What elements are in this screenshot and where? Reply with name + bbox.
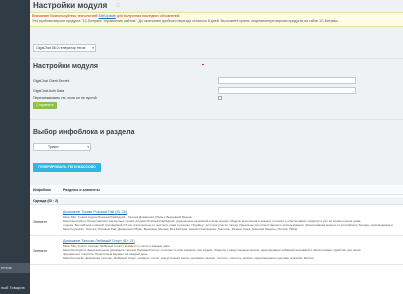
row-type: Элемент xyxy=(33,249,48,253)
meta-keywords: Meta Keywords: Домашние тапочки, Любимый… xyxy=(63,256,314,260)
chevron-down-icon: ▾ xyxy=(87,145,89,149)
table-header: Инфоблок Разделы и элементы xyxy=(30,185,403,195)
divider xyxy=(30,58,403,59)
auth-data-input[interactable] xyxy=(218,87,356,94)
divider xyxy=(30,119,403,120)
group-row: Одежда (ID : 2) xyxy=(30,197,403,205)
save-button[interactable]: Сохранить xyxy=(33,102,57,109)
client-secret-input[interactable] xyxy=(218,77,356,84)
client-secret-label: GigaChat Client Secret: xyxy=(33,79,70,83)
element-link[interactable]: Домашние Туники Розовый Рай (ID: 20) xyxy=(63,210,127,214)
iblock-section-title: Выбор инфоблока и раздела xyxy=(33,129,135,136)
iblock-select[interactable]: Трикот ▾ xyxy=(33,143,91,151)
table-row: Элемент Домашние Туники Розовый Рай (ID:… xyxy=(30,209,403,236)
alert-update-line: Внимание! Воспользуйтесь технологией Sit… xyxy=(32,14,401,18)
generator-select[interactable]: GigaChat 58.0 генератор тегов ▾ xyxy=(33,44,96,52)
overwrite-label: Перезаписывать тег, если он не пустой xyxy=(33,96,97,100)
settings-title: Настройки модуля xyxy=(33,63,99,70)
chevron-down-icon: ▾ xyxy=(92,46,94,50)
generate-tags-button[interactable]: ГЕНЕРИРОВАТЬ ТЕГИ МАССОВО xyxy=(33,163,101,172)
siteupdate-link[interactable]: SiteUpdate xyxy=(98,14,115,18)
page-title: Настройки модуля xyxy=(33,1,108,10)
column-header-sections: Разделы и элементы xyxy=(63,188,100,192)
row-type: Элемент xyxy=(33,220,48,224)
sidebar-item-label[interactable]: ный Товаров xyxy=(1,285,25,290)
element-link[interactable]: Домашние Тапочки Любимый Спорт (ID: 21) xyxy=(63,239,135,243)
auth-data-label: GigaChat Auth Data xyxy=(33,89,65,93)
elements-table: Инфоблок Разделы и элементы Одежда (ID :… xyxy=(30,185,403,294)
alert-banner: Внимание! Воспользуйтесь технологией Sit… xyxy=(30,12,403,27)
favorite-star-icon[interactable]: ☆ xyxy=(115,1,121,9)
trial-notice: Это пробная версия продукта "1С-Битрикс:… xyxy=(32,19,339,23)
generator-select-value: GigaChat 58.0 генератор тегов xyxy=(36,46,86,50)
table-row: Элемент Домашние Тапочки Любимый Спорт (… xyxy=(30,238,403,265)
sidebar-item-label[interactable]: ентов xyxy=(1,265,12,270)
overwrite-checkbox[interactable] xyxy=(218,96,222,100)
alert-text: для получения последних обновлений xyxy=(116,14,180,18)
column-header-iblock: Инфоблок xyxy=(33,188,51,192)
alert-text: Внимание! Воспользуйтесь технологией xyxy=(32,14,98,18)
admin-sidebar: ентов ный Товаров xyxy=(0,0,30,294)
required-marker xyxy=(202,64,204,65)
meta-keywords: Meta Keywords: Тапочки, Розовый Рай, Дом… xyxy=(63,227,298,231)
iblock-select-value: Трикот xyxy=(48,145,59,149)
main-content: Настройки модуля ☆ Внимание! Воспользуйт… xyxy=(30,0,403,294)
